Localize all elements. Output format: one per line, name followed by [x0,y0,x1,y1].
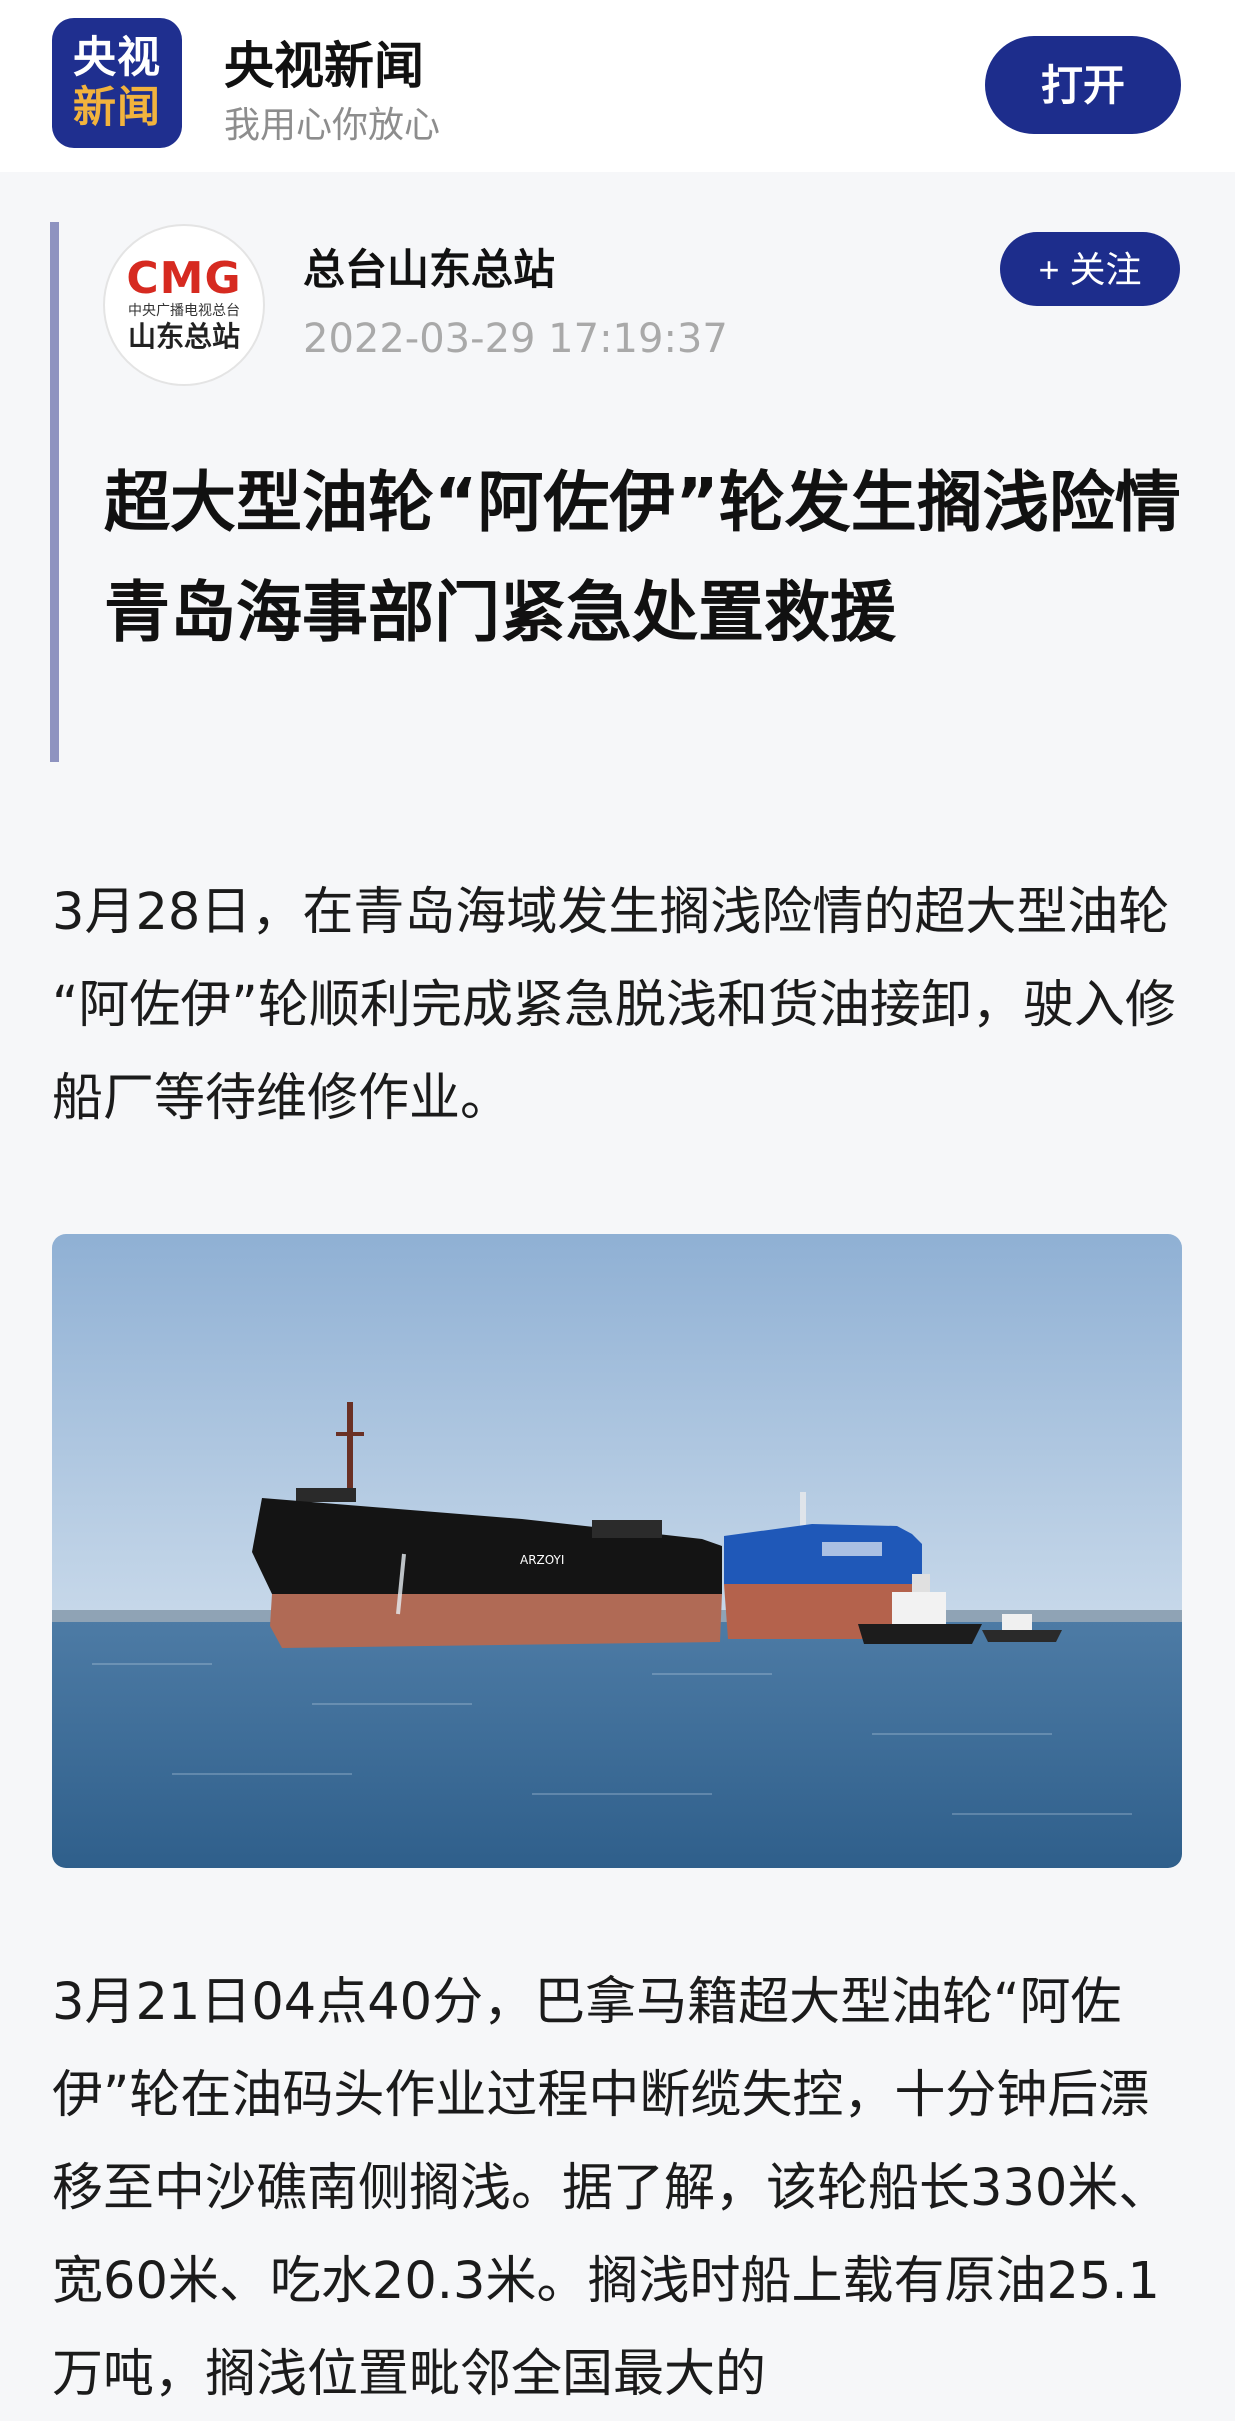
app-banner: 央视 新闻 央视新闻 我用心你放心 打开 [0,0,1235,172]
article-title: 超大型油轮“阿佐伊”轮发生搁浅险情 青岛海事部门紧急处置救援 [104,464,1181,651]
publish-time: 2022-03-29 17:19:37 [303,316,728,362]
app-logo-line2: 新闻 [73,83,161,133]
source-name[interactable]: 总台山东总站 [303,236,555,297]
open-app-button[interactable]: 打开 [985,36,1181,134]
ship-photo-illustration: ARZOYI [52,1234,1182,1868]
article-paragraph-1: 3月28日，在青岛海域发生搁浅险情的超大型油轮 “阿佐伊”轮顺利完成紧急脱浅和货… [52,883,1176,1128]
ship-photo[interactable]: ARZOYI [52,1234,1182,1868]
app-logo-icon[interactable]: 央视 新闻 [52,18,182,148]
sea [52,1622,1182,1868]
source-avatar[interactable]: CMG 中央广播电视总台 山东总站 [103,224,265,386]
app-logo-line1: 央视 [73,33,161,83]
cmg-logo-station: 山东总站 [127,320,240,353]
app-name: 央视新闻 [224,37,424,95]
follow-button[interactable]: + 关注 [1000,232,1180,306]
app-slogan: 我用心你放心 [224,105,441,146]
article-paragraph-2: 3月21日04点40分，巴拿马籍超大型油轮“阿佐伊”轮在油码头作业过程中断缆失控… [52,1973,1170,2404]
cmg-logo-text: CMG [126,253,242,304]
title-accent-bar [50,222,59,762]
cmg-logo-subtitle: 中央广播电视总台 [128,303,240,319]
svg-text:ARZOYI: ARZOYI [520,1553,564,1567]
